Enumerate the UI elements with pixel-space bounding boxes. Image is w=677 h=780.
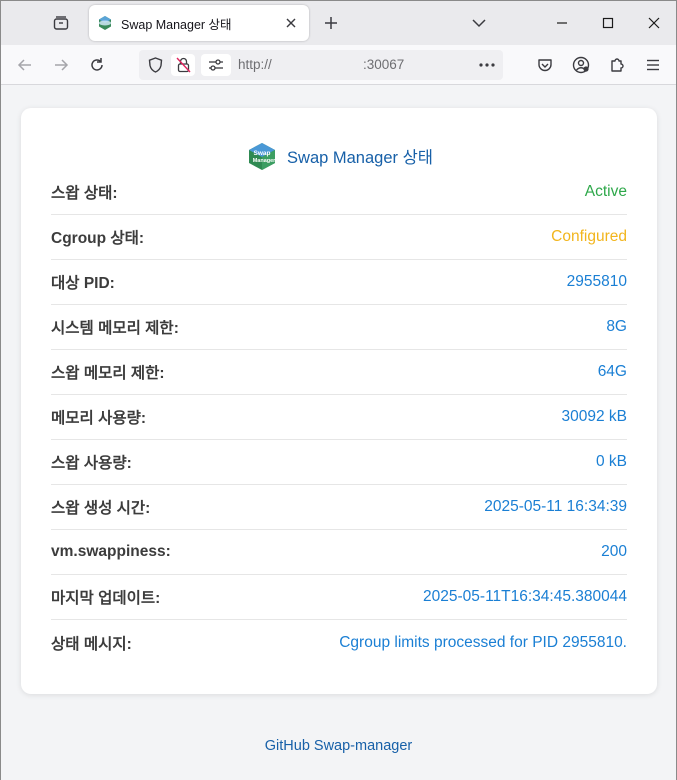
- minimize-button[interactable]: [539, 1, 585, 45]
- minimize-icon: [557, 22, 567, 24]
- chevron-down-icon: [472, 19, 486, 28]
- status-row-label: 스왑 사용량:: [51, 455, 132, 472]
- status-row: 마지막 업데이트: 2025-05-11T16:34:45.380044: [51, 575, 627, 620]
- reload-button[interactable]: [83, 51, 111, 79]
- status-row-label: 마지막 업데이트:: [51, 590, 161, 607]
- insecure-lock-icon: [175, 57, 191, 73]
- status-row-value: Active: [584, 183, 627, 200]
- url-port: :30067: [363, 57, 405, 72]
- close-icon: [648, 17, 660, 29]
- window-close-button[interactable]: [631, 1, 677, 45]
- swap-manager-favicon-icon: [99, 16, 111, 30]
- status-row-label: 시스템 메모리 제한:: [51, 320, 179, 337]
- reload-icon: [91, 58, 103, 71]
- status-row-label: 상태 메시지:: [51, 635, 132, 653]
- plus-icon: [325, 17, 337, 29]
- status-row-value: 0 kB: [595, 453, 627, 470]
- status-row: 스왑 생성 시간: 2025-05-11 16:34:39: [51, 485, 627, 530]
- account-button[interactable]: [567, 51, 595, 79]
- status-row-value: 8G: [606, 318, 627, 335]
- card-header: Swap Manager Swap Manager 상태: [21, 142, 657, 170]
- active-tab[interactable]: Swap Manager 상태: [89, 5, 309, 41]
- shield-icon: [148, 57, 162, 73]
- status-row-label: 스왑 생성 시간:: [51, 500, 151, 517]
- status-row: 대상 PID: 2955810: [51, 260, 627, 305]
- page-content: Swap Manager Swap Manager 상태 스왑 상태: Activ…: [1, 86, 676, 780]
- status-row-value: 2025-05-11T16:34:45.380044: [423, 588, 627, 605]
- status-row-value: 2955810: [566, 273, 627, 290]
- status-row: 메모리 사용량: 30092 kB: [51, 395, 627, 440]
- page-actions-button[interactable]: [475, 54, 499, 76]
- status-row: 상태 메시지: Cgroup limits processed for PID 2…: [51, 620, 627, 665]
- status-row-label: vm.swappiness:: [51, 543, 171, 560]
- forward-button[interactable]: [47, 51, 75, 79]
- svg-text:Manager: Manager: [253, 158, 276, 164]
- status-row-label: 스왑 메모리 제한:: [51, 365, 165, 382]
- toggle-settings-icon: [209, 59, 223, 71]
- status-row: 시스템 메모리 제한: 8G: [51, 305, 627, 350]
- status-row: 스왑 상태: Active: [51, 170, 627, 215]
- github-link[interactable]: GitHub Swap-manager: [1, 738, 676, 754]
- svg-text:Swap: Swap: [254, 150, 271, 157]
- navigation-toolbar: http:// :30067: [1, 45, 676, 85]
- tab-strip: Swap Manager 상태: [1, 1, 676, 45]
- status-row-label: 대상 PID:: [51, 275, 115, 292]
- status-card: Swap Manager Swap Manager 상태 스왑 상태: Activ…: [21, 108, 657, 694]
- list-all-tabs-button[interactable]: [465, 9, 493, 37]
- hamburger-menu-icon: [647, 59, 659, 71]
- status-row-value: Cgroup limits processed for PID 2955810.: [339, 633, 627, 651]
- status-row: 스왑 사용량: 0 kB: [51, 440, 627, 485]
- tab-close-button[interactable]: [281, 13, 301, 33]
- url-scheme: http://: [238, 57, 272, 72]
- pocket-button[interactable]: [531, 51, 559, 79]
- close-icon: [286, 18, 296, 28]
- new-tab-button[interactable]: [317, 9, 345, 37]
- status-row-value: 64G: [597, 363, 627, 380]
- page-title: Swap Manager 상태: [287, 149, 433, 167]
- back-button[interactable]: [11, 51, 39, 79]
- status-row-label: 메모리 사용량:: [51, 410, 147, 427]
- account-icon: [572, 56, 590, 74]
- status-row: 스왑 메모리 제한: 64G: [51, 350, 627, 395]
- more-horizontal-icon: [479, 63, 495, 67]
- pocket-icon: [538, 59, 552, 72]
- site-information-button[interactable]: [201, 54, 231, 76]
- status-row-value: 30092 kB: [561, 408, 628, 425]
- tab-tray-icon: [53, 16, 69, 30]
- status-row: vm.swappiness: 200: [51, 530, 627, 575]
- application-menu-button[interactable]: [639, 51, 667, 79]
- extensions-button[interactable]: [603, 51, 631, 79]
- status-row-value: 200: [601, 543, 627, 560]
- status-row-label: 스왑 상태:: [51, 185, 118, 202]
- arrow-right-icon: [55, 59, 69, 71]
- status-row-value: 2025-05-11 16:34:39: [484, 498, 627, 515]
- puzzle-piece-icon: [611, 58, 624, 72]
- tab-list-button[interactable]: [45, 8, 77, 38]
- maximize-button[interactable]: [585, 1, 631, 45]
- tracking-protection-button[interactable]: [143, 54, 167, 76]
- tab-title: Swap Manager 상태: [121, 17, 232, 32]
- arrow-left-icon: [17, 59, 31, 71]
- status-row-label: Cgroup 상태:: [51, 230, 145, 247]
- address-bar[interactable]: http:// :30067: [139, 50, 503, 80]
- swap-manager-logo: Swap Manager: [249, 143, 276, 170]
- status-list: 스왑 상태: Active Cgroup 상태: Configured 대상 PID: 2…: [51, 170, 627, 665]
- status-row: Cgroup 상태: Configured: [51, 215, 627, 260]
- permissions-button[interactable]: [171, 54, 195, 76]
- status-row-value: Configured: [551, 228, 627, 245]
- maximize-icon: [602, 17, 614, 29]
